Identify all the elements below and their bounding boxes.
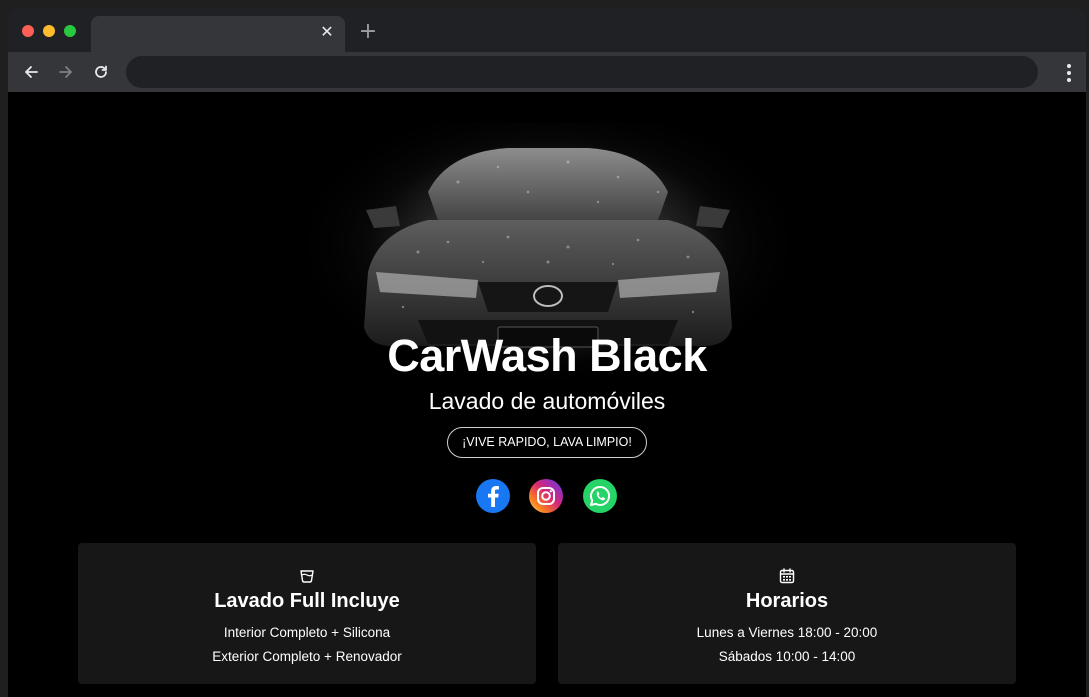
minimize-window-button[interactable]: [43, 25, 55, 37]
bucket-icon: [300, 570, 314, 583]
maximize-window-button[interactable]: [64, 25, 76, 37]
browser-window: ✕ + CarWash Black Lavado de automóviles …: [8, 8, 1086, 697]
back-button[interactable]: [18, 59, 44, 85]
browser-toolbar: [8, 52, 1086, 92]
calendar-icon: [779, 568, 795, 584]
browser-tab[interactable]: ✕: [91, 16, 345, 52]
forward-button[interactable]: [53, 59, 79, 85]
arrow-left-icon: [25, 66, 38, 78]
slogan-badge: ¡VIVE RAPIDO, LAVA LIMPIO!: [447, 427, 647, 458]
wash-card: Lavado Full Incluye Interior Completo + …: [78, 543, 536, 684]
reload-icon: [95, 65, 107, 78]
wash-card-line: Exterior Completo + Renovador: [212, 649, 402, 664]
reload-button[interactable]: [88, 59, 114, 85]
facebook-link[interactable]: [476, 479, 510, 513]
close-window-button[interactable]: [22, 25, 34, 37]
hours-card: Horarios Lunes a Viernes 18:00 - 20:00 S…: [558, 543, 1016, 684]
wash-card-line: Interior Completo + Silicona: [223, 625, 391, 640]
facebook-icon: [488, 486, 499, 507]
new-tab-button[interactable]: +: [357, 21, 379, 43]
tab-bar: ✕ +: [8, 8, 1086, 52]
wash-card-title: Lavado Full Incluye: [214, 590, 400, 612]
whatsapp-icon: [590, 485, 611, 506]
hours-card-title: Horarios: [745, 590, 829, 612]
hours-card-line: Sábados 10:00 - 14:00: [718, 649, 856, 664]
page-subtitle: Lavado de automóviles: [428, 388, 666, 414]
whatsapp-link[interactable]: [583, 479, 617, 513]
browser-menu-button[interactable]: [1066, 64, 1072, 82]
arrow-right-icon: [59, 66, 72, 78]
instagram-link[interactable]: [529, 479, 563, 513]
instagram-icon: [537, 487, 555, 505]
address-bar[interactable]: [126, 56, 1038, 88]
close-tab-icon[interactable]: ✕: [319, 24, 335, 40]
window-controls: [22, 25, 76, 37]
page-title: CarWash Black: [387, 330, 707, 381]
web-page: CarWash Black Lavado de automóviles ¡VIV…: [8, 92, 1086, 697]
hours-card-line: Lunes a Viernes 18:00 - 20:00: [696, 625, 878, 640]
